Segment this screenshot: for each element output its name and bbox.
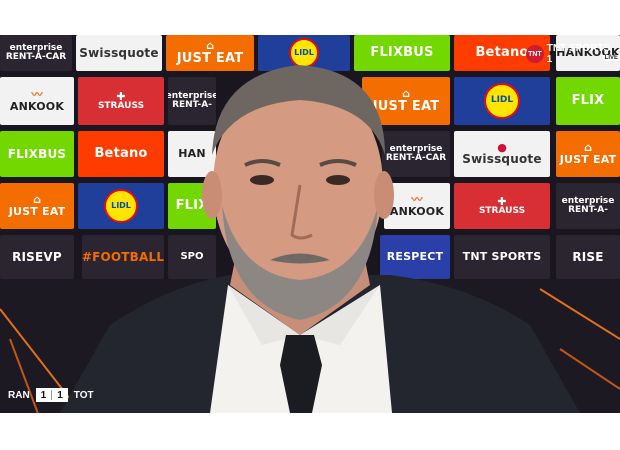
live-badge: LIVE — [602, 55, 620, 61]
home-team: RAN — [8, 389, 30, 401]
away-team: TOT — [73, 389, 94, 401]
broadcaster-logo: TNT TNT SPORTS 1 LIVE — [526, 43, 620, 65]
broadcaster-name: TNT SPORTS 1 — [546, 43, 611, 65]
home-score: 1 — [40, 389, 47, 401]
scorebug: RAN 1 1 TOT — [2, 387, 100, 403]
tnt-ball-icon: TNT — [526, 45, 544, 63]
video-frame: enterprise RENT-A-CAR Swissquote ⌂ JUST … — [0, 35, 620, 413]
interviewee-person — [60, 65, 580, 413]
away-score: 1 — [57, 389, 63, 401]
score-box: 1 1 — [35, 388, 68, 402]
